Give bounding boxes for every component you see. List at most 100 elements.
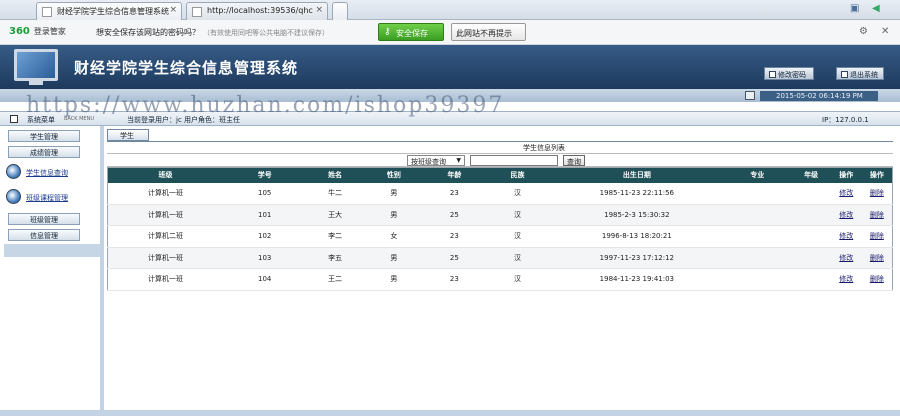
table-cell xyxy=(723,204,792,226)
nav-student-info-query[interactable]: 学生信息查询 xyxy=(26,168,68,178)
edit-icon xyxy=(769,71,776,78)
chevron-down-icon: ▼ xyxy=(456,157,461,164)
delete-link[interactable]: 删除 xyxy=(861,225,893,248)
ip-info: IP：127.0.0.1 xyxy=(822,116,869,124)
column-header: 出生日期 xyxy=(550,167,724,183)
browser-tab-bar: 财经学院学生综合信息管理系统 × http://localhost:39536/… xyxy=(0,0,900,20)
table-cell xyxy=(723,182,792,205)
list-title: 学生信息列表 xyxy=(523,144,565,152)
brand-logo: 360 登录管家 xyxy=(9,26,66,37)
current-datetime: 2015-05-02 06:14:19 PM xyxy=(760,91,878,101)
change-password-button[interactable]: 修改密码 xyxy=(764,67,814,80)
search-button[interactable]: 查询 xyxy=(563,155,585,166)
table-cell: 105 xyxy=(222,182,307,205)
table-cell xyxy=(723,247,792,269)
table-row: 计算机一班 105 牛二男 23 汉 1985-11-23 22:11:56 修改 删除 xyxy=(107,182,893,205)
edit-link[interactable]: 修改 xyxy=(830,247,862,269)
student-table: 班级 学号 姓名 性别 年龄 民族 出生日期 专业 年级 操作 操作 计算机一班 105 牛二男 23 汉 1… xyxy=(107,167,893,291)
restore-icon[interactable]: ▣ xyxy=(850,3,859,14)
left-nav: 学生管理 成绩管理 学生信息查询 班级课程管理 班级管理 信息管理 xyxy=(0,126,104,416)
query-type-select[interactable]: 按班级查询 ▼ xyxy=(407,155,465,166)
tab-title: http://localhost:39536/qhc xyxy=(207,6,313,15)
exit-button[interactable]: 退出系统 xyxy=(836,67,884,80)
table-cell: 女 xyxy=(363,225,425,248)
column-header: 姓名 xyxy=(306,167,364,183)
table-cell: 101 xyxy=(222,204,307,226)
edit-link[interactable]: 修改 xyxy=(830,204,862,226)
table-cell xyxy=(791,225,831,248)
nav-class-management[interactable]: 班级管理 xyxy=(8,213,80,225)
nav-info-management[interactable]: 信息管理 xyxy=(8,229,80,241)
edit-link[interactable]: 修改 xyxy=(830,268,862,291)
table-cell: 计算机一班 xyxy=(107,182,223,205)
table-cell: 1984-11-23 19:41:03 xyxy=(550,268,724,291)
search-row: 按班级查询 ▼ 查询 xyxy=(107,153,893,167)
table-cell: 李五 xyxy=(306,247,364,269)
table-cell: 25 xyxy=(424,204,485,226)
table-cell xyxy=(791,204,831,226)
table-cell: 1985-11-23 22:11:56 xyxy=(550,182,724,205)
never-prompt-button[interactable]: 此网站不再提示 xyxy=(451,23,526,41)
nav-grade-management[interactable]: 成绩管理 xyxy=(8,146,80,158)
column-header: 操作 xyxy=(830,167,862,183)
close-icon[interactable]: ✕ xyxy=(881,26,889,37)
table-row: 计算机一班 104 王二男 23 汉 1984-11-23 19:41:03 修改 删除 xyxy=(107,268,893,291)
table-cell: 王大 xyxy=(306,204,364,226)
table-header: 班级 学号 姓名 性别 年龄 民族 出生日期 专业 年级 操作 操作 xyxy=(107,167,893,183)
edit-link[interactable]: 修改 xyxy=(830,182,862,205)
browser-tab-active[interactable]: 财经学院学生综合信息管理系统 × xyxy=(36,2,182,20)
column-header: 专业 xyxy=(723,167,792,183)
table-cell: 103 xyxy=(222,247,307,269)
edit-link[interactable]: 修改 xyxy=(830,225,862,248)
exit-icon xyxy=(841,71,848,78)
table-cell: 25 xyxy=(424,247,485,269)
table-cell: 计算机一班 xyxy=(107,247,223,269)
column-header: 班级 xyxy=(107,167,223,183)
save-password-bar: 360 登录管家 想安全保存该网站的密码吗？ （有效使用同吧等公共电脑不建议保存） … xyxy=(0,20,900,45)
delete-link[interactable]: 删除 xyxy=(861,268,893,291)
gear-icon[interactable]: ⚙ xyxy=(859,26,868,37)
page-icon xyxy=(42,7,52,17)
monitor-icon xyxy=(14,49,58,85)
tab-title: 财经学院学生综合信息管理系统 xyxy=(57,7,169,16)
delete-link[interactable]: 删除 xyxy=(861,204,893,226)
tab-student[interactable]: 学生 xyxy=(107,129,149,141)
column-header: 民族 xyxy=(484,167,551,183)
table-cell xyxy=(791,182,831,205)
new-tab-button[interactable] xyxy=(332,2,348,20)
table-cell: 汉 xyxy=(484,225,551,248)
column-header: 操作 xyxy=(861,167,893,183)
table-cell: 23 xyxy=(424,268,485,291)
column-header: 年级 xyxy=(791,167,831,183)
back-arrow-icon[interactable]: ◀ xyxy=(872,3,880,14)
save-password-message: 想安全保存该网站的密码吗？ （有效使用同吧等公共电脑不建议保存） xyxy=(96,28,329,37)
nav-student-management[interactable]: 学生管理 xyxy=(8,130,80,142)
delete-link[interactable]: 删除 xyxy=(861,247,893,269)
table-cell: 牛二 xyxy=(306,182,364,205)
close-icon[interactable]: × xyxy=(315,5,323,15)
table-row: 计算机一班 103 李五男 25 汉 1997-11-23 17:12:12 修改 删除 xyxy=(107,247,893,269)
save-password-button[interactable]: ⚷ 安全保存 xyxy=(378,23,444,41)
table-cell: 计算机二班 xyxy=(107,225,223,248)
watermark: https://www.huzhan.com/ishop39397 xyxy=(26,93,505,118)
bottom-strip xyxy=(0,410,900,416)
key-icon: ⚷ xyxy=(384,27,391,37)
table-cell: 102 xyxy=(222,225,307,248)
table-cell: 汉 xyxy=(484,247,551,269)
table-cell: 男 xyxy=(363,268,425,291)
nav-class-course-management[interactable]: 班级课程管理 xyxy=(26,193,68,203)
page-icon xyxy=(192,7,202,17)
main-content: 学生 学生信息列表 按班级查询 ▼ 查询 班级 学号 姓名 性别 年龄 民族 出生日期 专业年… xyxy=(107,126,893,416)
close-icon[interactable]: × xyxy=(169,5,177,15)
browser-tab[interactable]: http://localhost:39536/qhc × xyxy=(186,2,328,20)
table-cell: 1996-8-13 18:20:21 xyxy=(550,225,724,248)
calendar-icon xyxy=(745,91,755,100)
table-cell: 1997-11-23 17:12:12 xyxy=(550,247,724,269)
delete-link[interactable]: 删除 xyxy=(861,182,893,205)
table-cell: 计算机一班 xyxy=(107,268,223,291)
column-header: 学号 xyxy=(222,167,307,183)
table-cell: 李二 xyxy=(306,225,364,248)
table-cell xyxy=(791,268,831,291)
search-input[interactable] xyxy=(470,155,558,166)
table-cell xyxy=(723,225,792,248)
